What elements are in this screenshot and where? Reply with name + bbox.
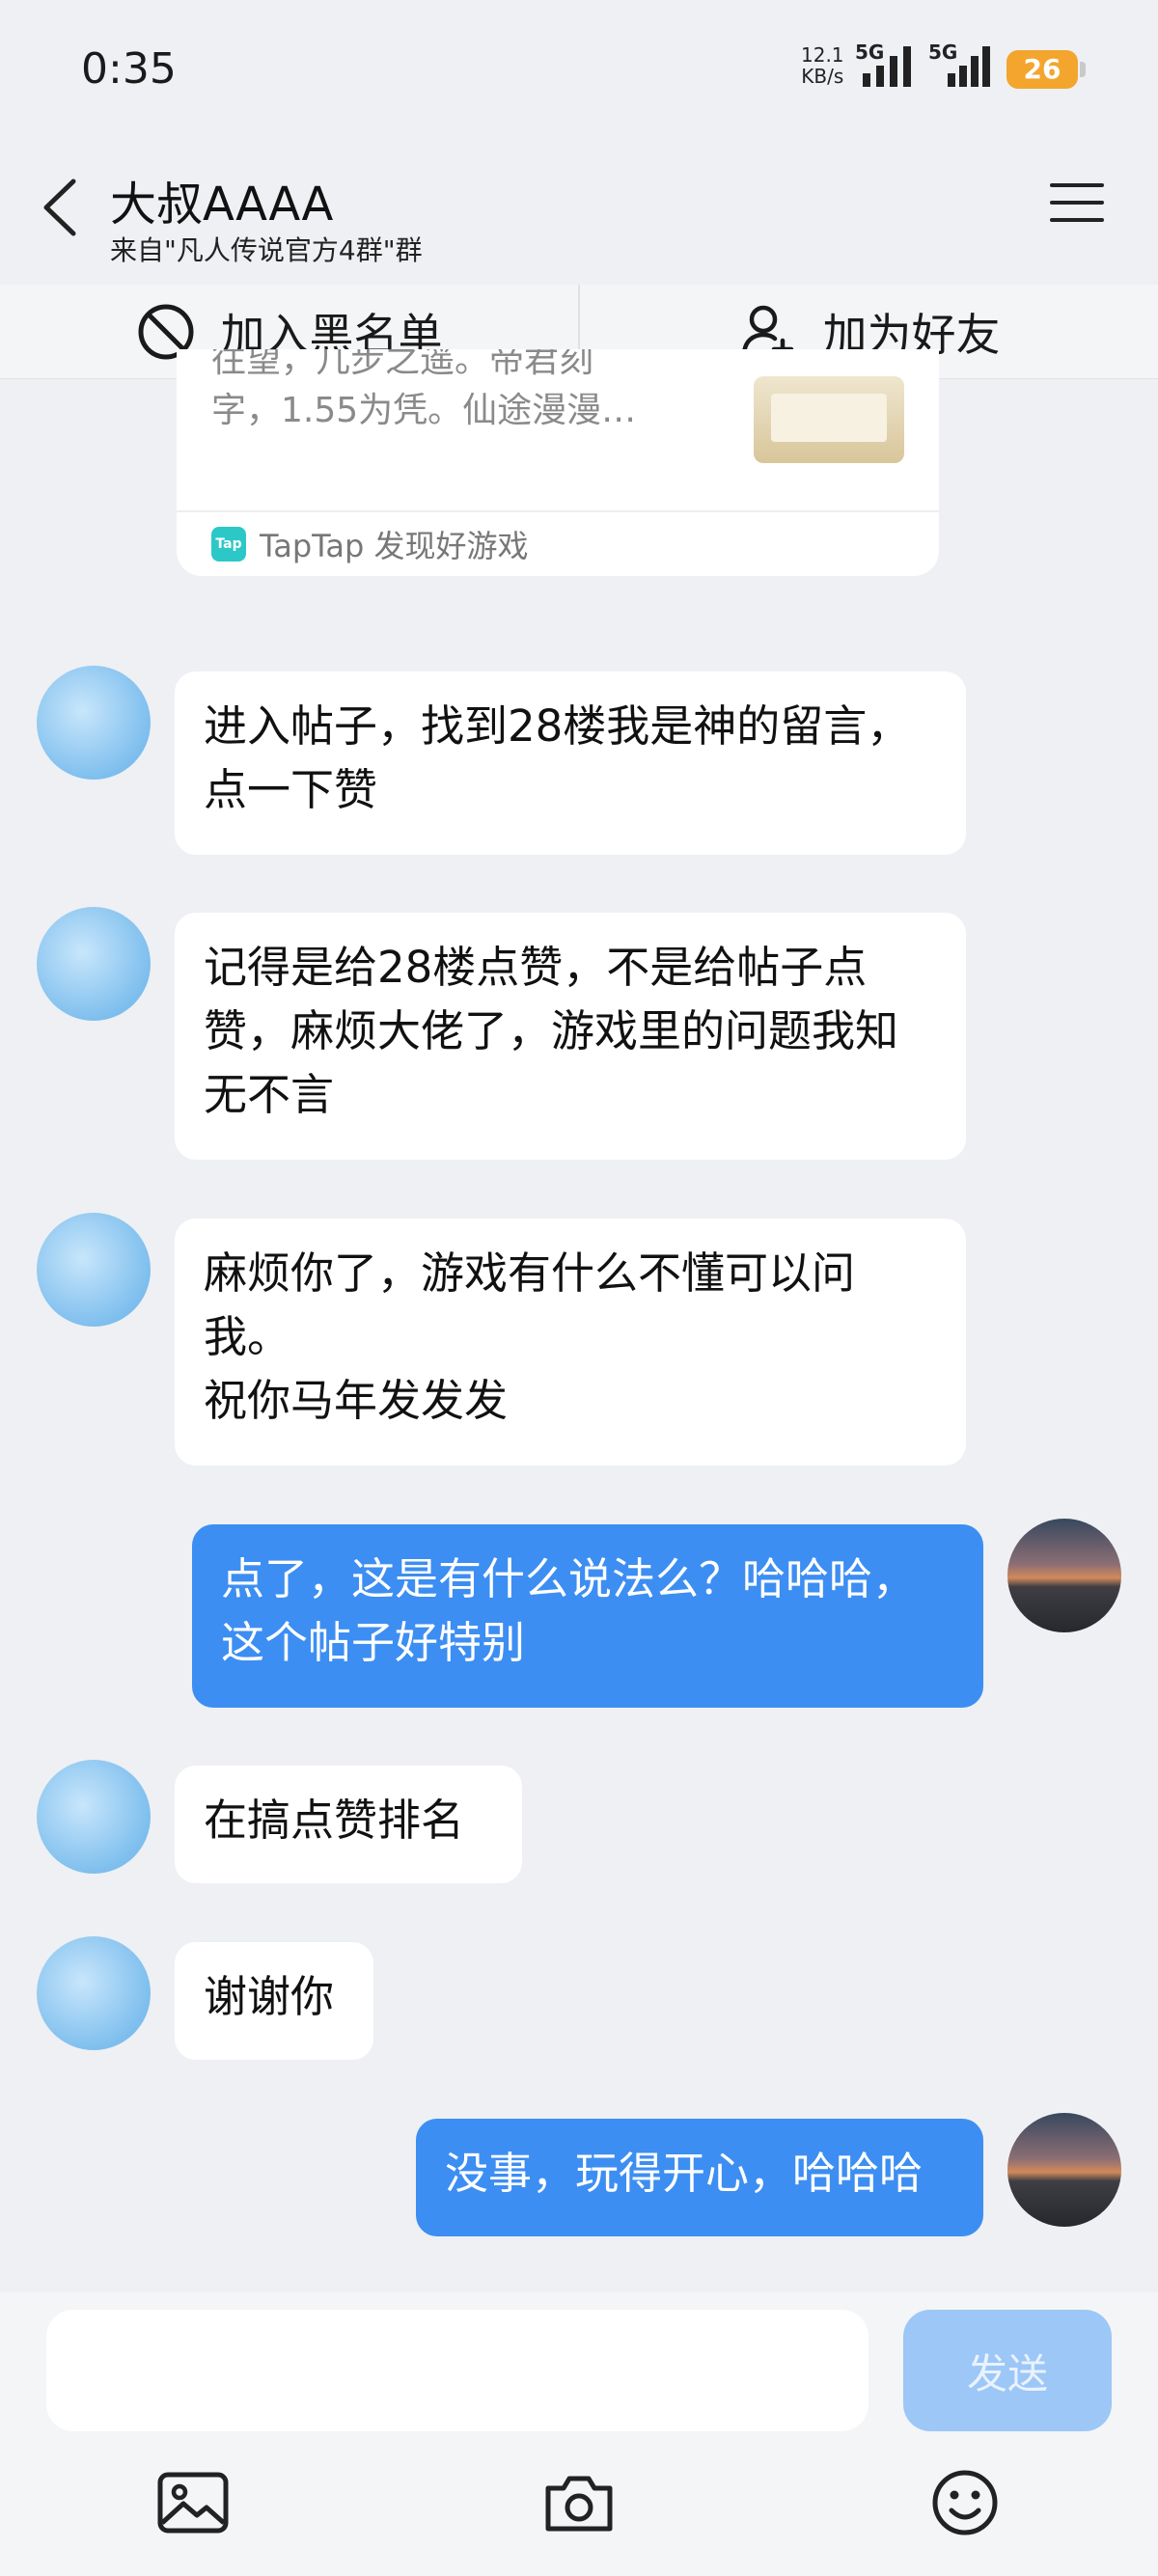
battery-indicator: 26 [1006,50,1086,89]
message-bubble: 点了，这是有什么说法么？哈哈哈，这个帖子好特别 [192,1524,983,1708]
avatar[interactable] [37,1213,151,1327]
message-bubble: 麻烦你了，游戏有什么不懂可以问我。 祝你马年发发发 [175,1219,966,1466]
chat-header: 大叔AAAA 来自"凡人传说官方4群"群 [0,145,1158,285]
avatar[interactable] [37,1936,151,2050]
card-source: Tap TapTap 发现好游戏 [177,510,939,576]
image-icon [157,2472,229,2534]
avatar[interactable] [37,666,151,780]
chat-subtitle: 来自"凡人传说官方4群"群 [110,234,423,266]
camera-button[interactable] [540,2464,618,2541]
emoji-button[interactable] [926,2464,1004,2541]
message-bubble: 记得是给28楼点赞，不是给帖子点赞，麻烦大佬了，游戏里的问题我知无不言 [175,913,966,1160]
message-bubble: 谢谢你 [175,1942,373,2060]
avatar[interactable] [1007,1519,1121,1632]
message-input[interactable] [46,2310,868,2431]
send-button[interactable]: 发送 [903,2310,1112,2431]
shared-link-card[interactable]: 往望，几步之遥。帝君刻 字，1.55为凭。仙途漫漫… Tap TapTap 发现… [177,349,939,576]
camera-icon [545,2476,613,2532]
chat-title: 大叔AAAA [110,178,334,232]
status-time: 0:35 [81,44,177,94]
card-thumbnail [754,376,904,463]
status-bar: 0:35 12.1 KB/s 5G 5G 26 [0,0,1158,145]
avatar[interactable] [1007,2113,1121,2227]
avatar[interactable] [37,1760,151,1874]
message-bubble: 在搞点赞排名 [175,1766,522,1883]
signal-2: 5G [928,41,996,95]
emoji-icon [932,2470,998,2535]
back-arrow-icon[interactable] [37,174,85,241]
image-button[interactable] [154,2464,232,2541]
network-speed: 12.1 KB/s [801,43,844,88]
message-bubble: 进入帖子，找到28楼我是神的留言，点一下赞 [175,671,966,855]
input-area: 发送 [0,2292,1158,2576]
message-bubble: 没事，玩得开心，哈哈哈 [416,2119,983,2236]
avatar[interactable] [37,907,151,1021]
signal-1: 5G [855,41,923,95]
card-description: 往望，几步之遥。帝君刻 字，1.55为凭。仙途漫漫… [211,349,637,430]
taptap-logo-icon: Tap [211,527,246,562]
menu-icon[interactable] [1050,183,1104,226]
